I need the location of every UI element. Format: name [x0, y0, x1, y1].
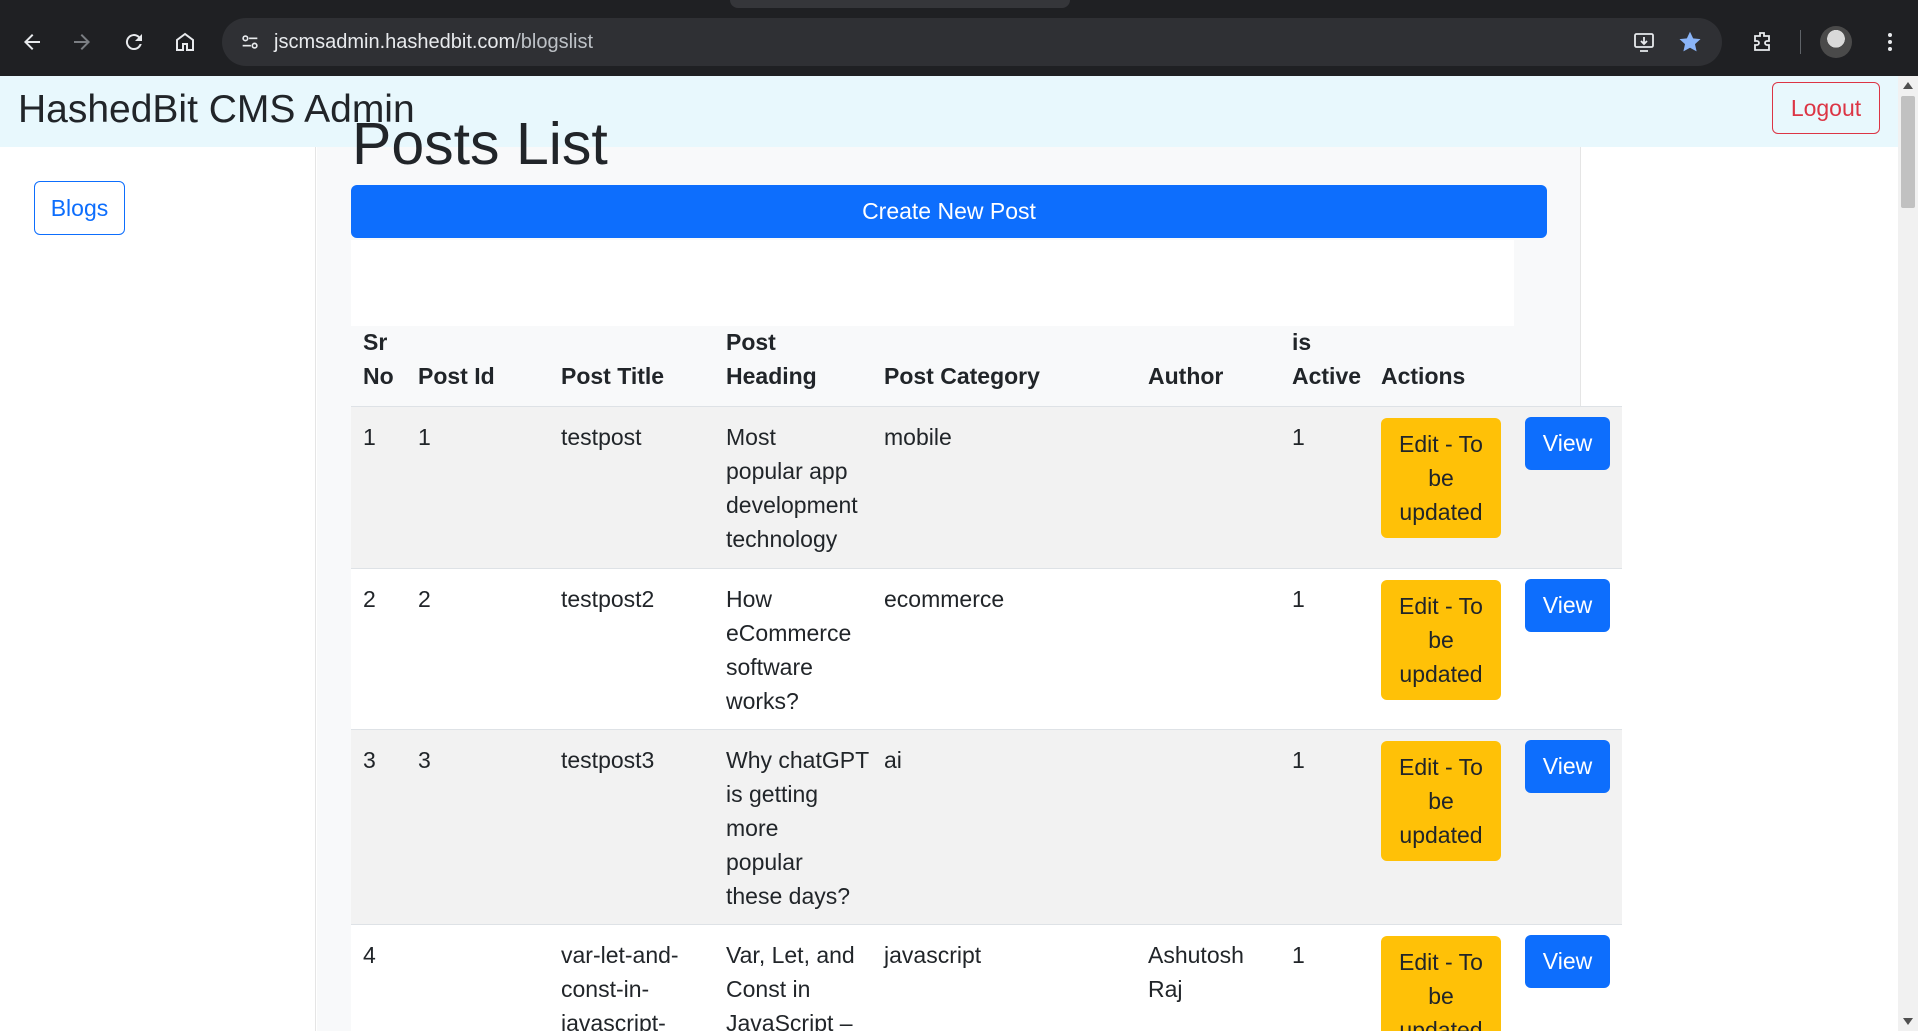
scroll-thumb[interactable]: [1901, 96, 1915, 208]
cell-post-heading: development: [726, 492, 858, 518]
top-navbar: HashedBit CMS Admin Logout: [0, 76, 1898, 147]
forward-icon[interactable]: [62, 22, 102, 62]
url-path: /blogslist: [515, 31, 594, 53]
profile-avatar[interactable]: [1820, 26, 1852, 58]
column-header-post-heading: Heading: [726, 363, 817, 389]
column-header-post-id: Post Id: [418, 363, 495, 389]
active-tab-edge: [730, 0, 1070, 8]
edit-button-label: be: [1428, 627, 1454, 653]
toolbar-separator: [1800, 30, 1801, 54]
edit-button-label: Edit - To: [1399, 754, 1483, 780]
cell-post-title: testpost: [561, 424, 642, 450]
menu-kebab-icon[interactable]: [1870, 22, 1910, 62]
cell-sr-no: 1: [363, 424, 376, 450]
column-header-sr-no: No: [363, 363, 394, 389]
url-host: jscmsadmin.hashedbit.com: [274, 31, 516, 53]
cell-post-heading: software: [726, 654, 813, 680]
cell-post-heading: popular app: [726, 458, 848, 484]
cell-is-active: 1: [1292, 424, 1305, 450]
page-title: Posts List: [352, 111, 608, 177]
cell-post-heading: Most: [726, 424, 776, 450]
cell-post-title: testpost3: [561, 747, 655, 773]
install-app-icon[interactable]: [1628, 26, 1660, 58]
edit-button-label: updated: [1399, 822, 1483, 848]
cell-post-heading: popular: [726, 849, 803, 875]
address-bar[interactable]: jscmsadmin.hashedbit.com/blogslist: [222, 18, 1722, 66]
reload-icon[interactable]: [114, 22, 154, 62]
edit-button-label: be: [1428, 788, 1454, 814]
table-header: [351, 240, 1514, 326]
cell-post-heading: Const in: [726, 976, 811, 1002]
view-post-button[interactable]: View: [1525, 935, 1610, 988]
edit-button-label: be: [1428, 465, 1454, 491]
cell-post-title: const-in-: [561, 976, 650, 1002]
cell-post-heading: technology: [726, 526, 838, 552]
page-scrollbar[interactable]: [1898, 76, 1918, 1031]
edit-button-label: Edit - To: [1399, 593, 1483, 619]
cell-post-heading: Why chatGPT: [726, 747, 870, 773]
view-post-button[interactable]: View: [1525, 579, 1610, 632]
logout-button[interactable]: Logout: [1772, 82, 1880, 134]
cell-post-heading: is getting: [726, 781, 819, 807]
edit-post-button[interactable]: Edit - To be updated: [1381, 418, 1501, 538]
edit-button-label: updated: [1399, 499, 1483, 525]
cell-post-heading: works?: [726, 688, 799, 714]
cell-post-category: mobile: [884, 424, 952, 450]
sidebar: Blogs: [0, 147, 316, 1031]
back-icon[interactable]: [12, 22, 52, 62]
right-panel: [1580, 147, 1898, 1031]
column-header-sr-no: Sr: [363, 329, 388, 355]
edit-button-label: updated: [1399, 1017, 1483, 1031]
site-settings-icon[interactable]: [234, 26, 266, 58]
column-header-post-heading: Post: [726, 329, 776, 355]
column-header-actions: Actions: [1381, 363, 1466, 389]
cell-post-category: javascript: [884, 942, 982, 968]
home-icon[interactable]: [165, 22, 205, 62]
cell-post-heading: Var, Let, and: [726, 942, 855, 968]
cell-is-active: 1: [1292, 942, 1305, 968]
cell-post-heading: more: [726, 815, 779, 841]
cell-post-id: 2: [418, 586, 431, 612]
column-header-post-category: Post Category: [884, 363, 1040, 389]
cell-post-category: ecommerce: [884, 586, 1005, 612]
edit-button-label: Edit - To: [1399, 431, 1483, 457]
url-text: jscmsadmin.hashedbit.com/blogslist: [274, 31, 593, 54]
column-header-post-title: Post Title: [561, 363, 665, 389]
create-new-post-button[interactable]: Create New Post: [351, 185, 1547, 238]
cell-post-id: 3: [418, 747, 431, 773]
cell-sr-no: 3: [363, 747, 376, 773]
edit-button-label: Edit - To: [1399, 949, 1483, 975]
cell-author: Raj: [1148, 976, 1183, 1002]
scroll-up-arrow-icon[interactable]: [1903, 82, 1913, 89]
column-header-is-active: Active: [1292, 363, 1362, 389]
cell-post-heading: these days?: [726, 883, 851, 909]
cell-sr-no: 4: [363, 942, 376, 968]
column-header-is-active: is: [1292, 329, 1312, 355]
view-post-button[interactable]: View: [1525, 740, 1610, 793]
cell-post-heading: eCommerce: [726, 620, 852, 646]
cell-post-heading: JavaScript –: [726, 1010, 853, 1031]
browser-toolbar: jscmsadmin.hashedbit.com/blogslist: [0, 0, 1918, 76]
view-post-button[interactable]: View: [1525, 417, 1610, 470]
cell-sr-no: 2: [363, 586, 376, 612]
cell-post-title: testpost2: [561, 586, 655, 612]
scroll-down-arrow-icon[interactable]: [1903, 1018, 1913, 1025]
column-header-author: Author: [1148, 363, 1224, 389]
edit-post-button[interactable]: Edit - To be updated: [1381, 741, 1501, 861]
bookmark-star-icon[interactable]: [1674, 26, 1706, 58]
edit-post-button[interactable]: Edit - To be updated: [1381, 580, 1501, 700]
edit-button-label: updated: [1399, 661, 1483, 687]
extensions-icon[interactable]: [1742, 22, 1782, 62]
cell-is-active: 1: [1292, 747, 1305, 773]
sidebar-item-blogs[interactable]: Blogs: [34, 181, 125, 235]
cell-post-category: ai: [884, 747, 902, 773]
edit-button-label: be: [1428, 983, 1454, 1009]
cell-post-title: javascript-: [561, 1010, 666, 1031]
cell-post-title: var-let-and-: [561, 942, 679, 968]
edit-post-button[interactable]: Edit - To be updated: [1381, 936, 1501, 1031]
cell-post-id: 1: [418, 424, 431, 450]
cell-author: Ashutosh: [1148, 942, 1244, 968]
cell-post-heading: How: [726, 586, 773, 612]
cell-is-active: 1: [1292, 586, 1305, 612]
